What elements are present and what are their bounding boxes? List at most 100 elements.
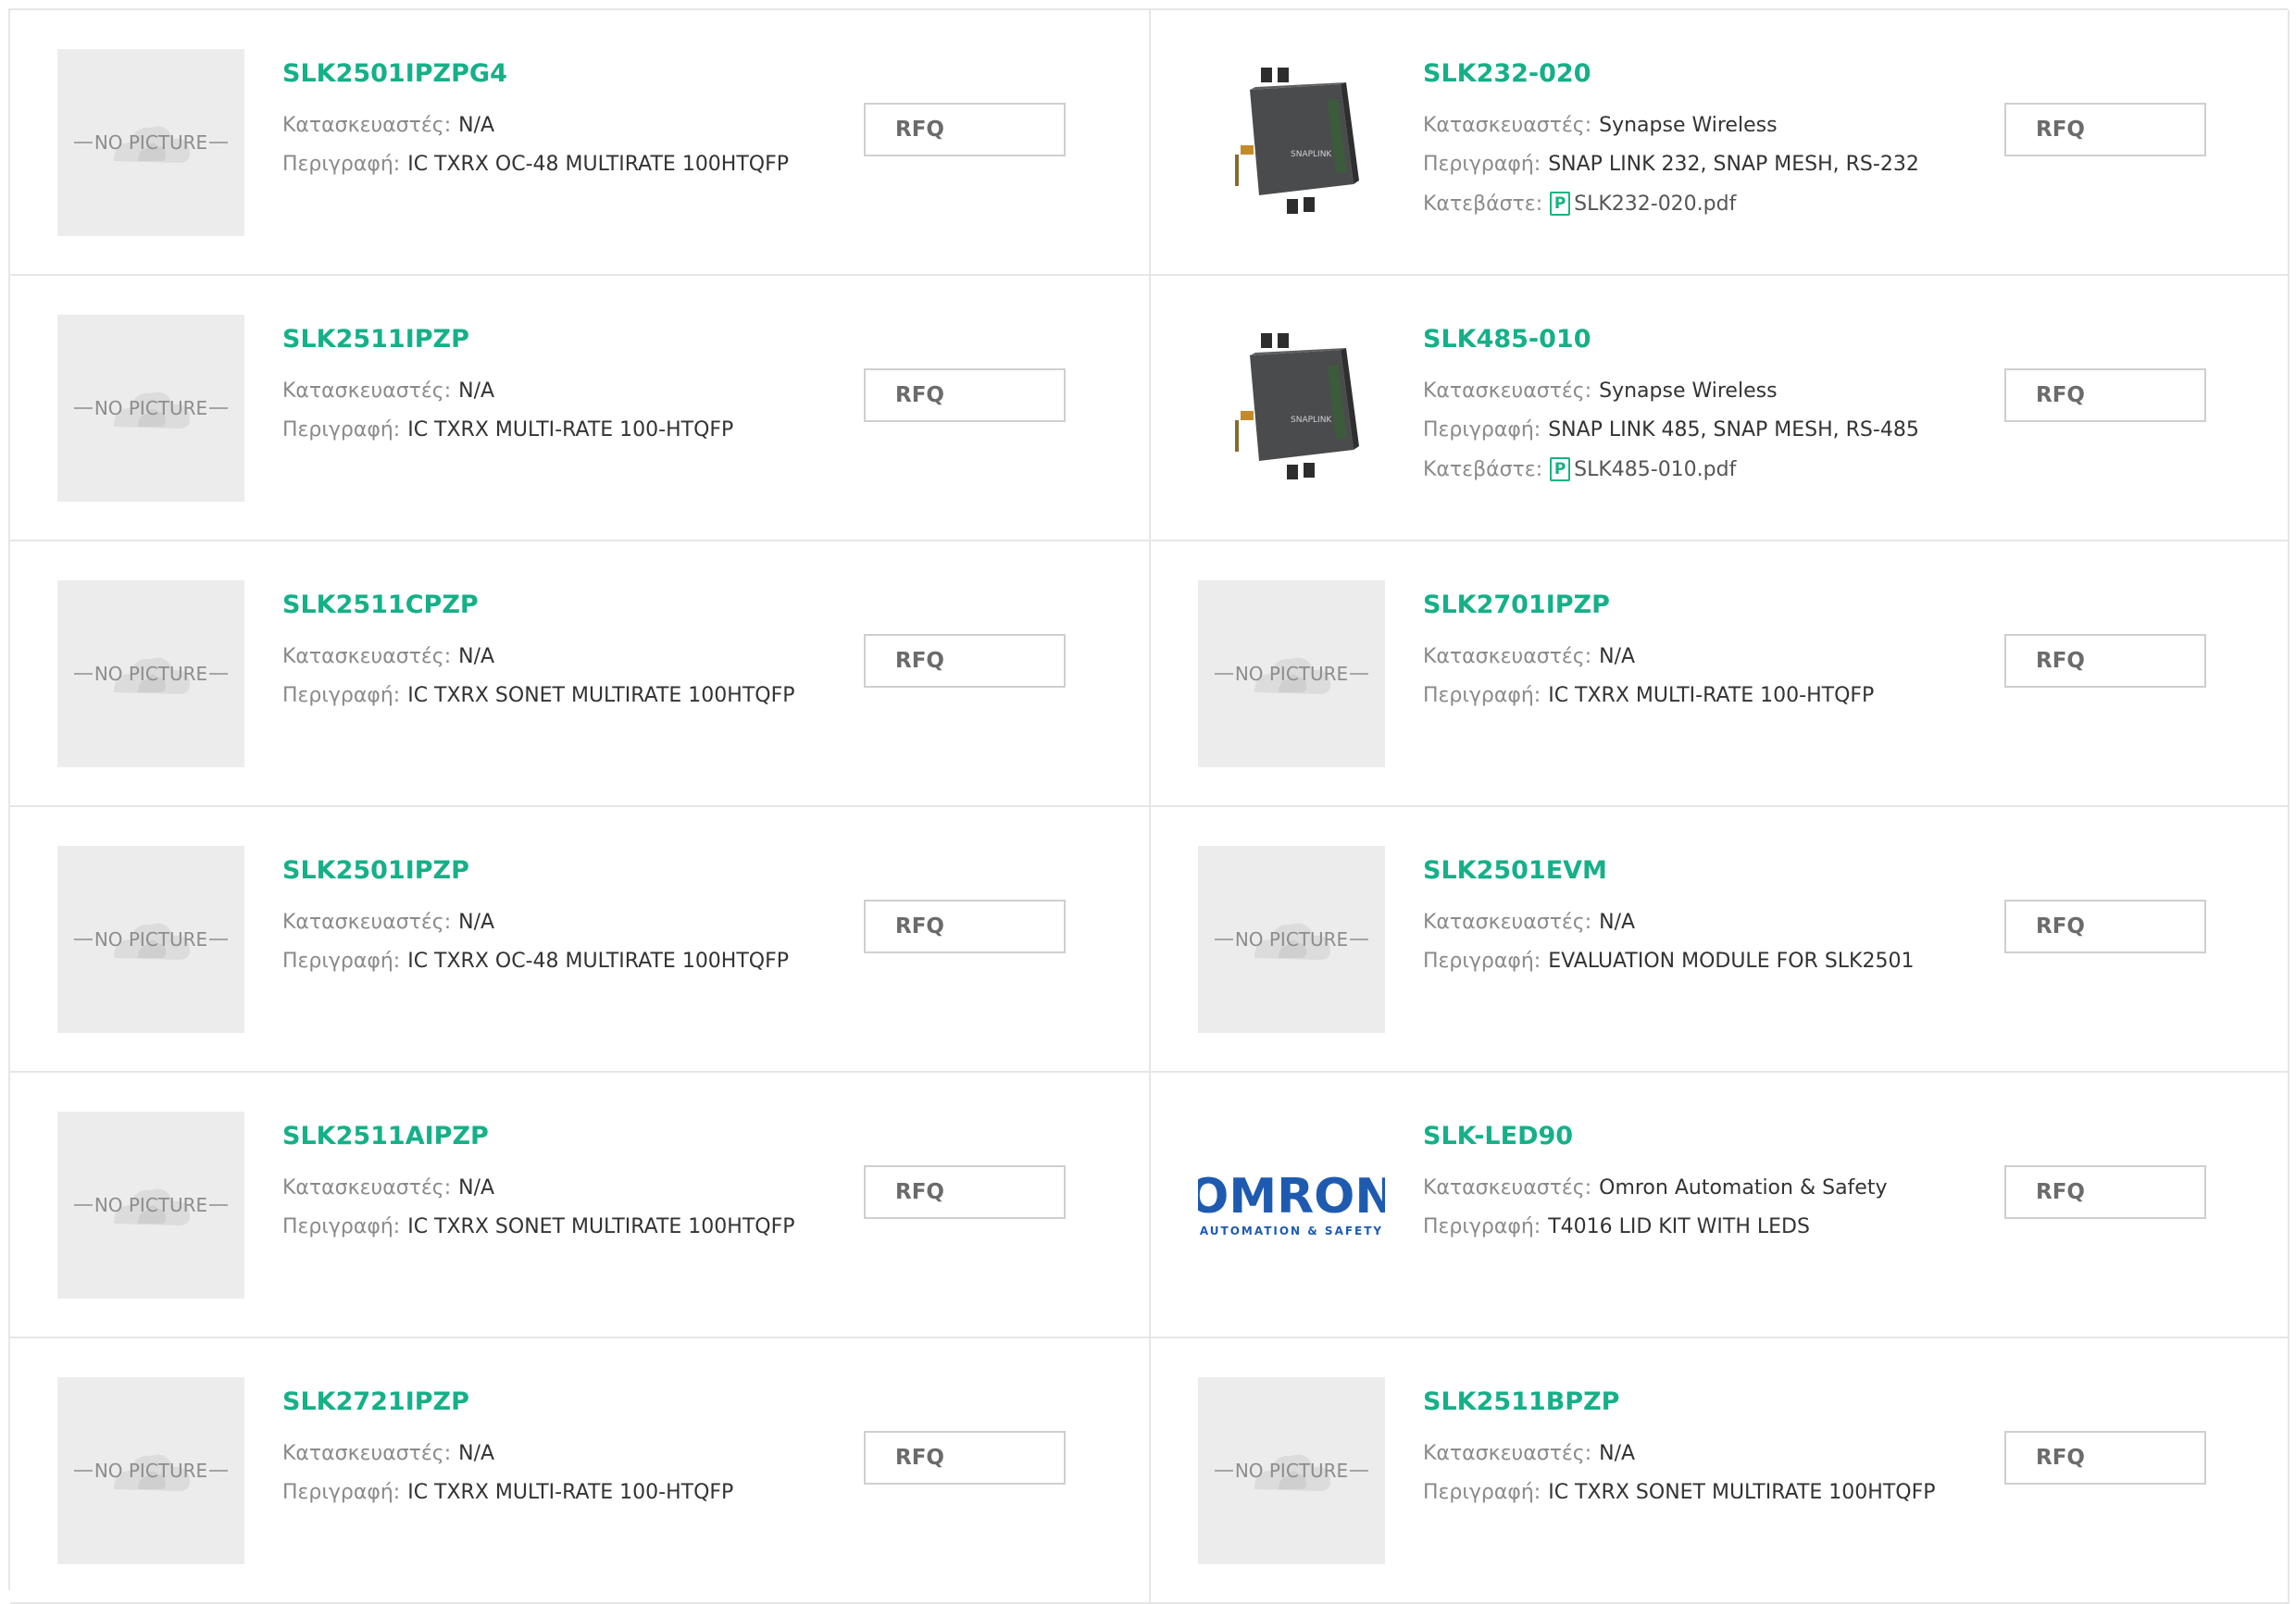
omron-logo: OMRON AUTOMATION & SAFETY [1198,1173,1385,1237]
description-label: Περιγραφή: [282,1481,401,1504]
product-image[interactable]: NO PICTURE [57,1377,244,1564]
manufacturer-row: Κατασκευαστές: N/A [282,1442,494,1465]
description-row: Περιγραφή: T4016 LID KIT WITH LEDS [1423,1215,1810,1238]
product-part-number-link[interactable]: SLK485-010 [1423,325,1591,354]
rfq-button[interactable]: RFQ [2004,368,2206,422]
manufacturer-label: Κατασκευαστές: [282,911,452,934]
no-picture-label: NO PICTURE [74,1194,228,1216]
description-value: SNAP LINK 485, SNAP MESH, RS-485 [1548,418,1919,441]
product-image[interactable]: NO PICTURE [57,846,244,1033]
description-value: SNAP LINK 232, SNAP MESH, RS-232 [1548,153,1919,176]
manufacturer-value: N/A [1599,911,1636,934]
product-part-number-link[interactable]: SLK2501IPZP [282,856,469,885]
no-picture-label: NO PICTURE [74,131,228,154]
description-value: IC TXRX SONET MULTIRATE 100HTQFP [407,684,795,707]
description-label: Περιγραφή: [282,153,401,176]
manufacturer-value: Omron Automation & Safety [1599,1176,1888,1200]
manufacturer-value: Synapse Wireless [1599,114,1778,137]
download-row: Κατεβάστε: P SLK232-020.pdf [1423,192,1736,216]
description-row: Περιγραφή: IC TXRX SONET MULTIRATE 100HT… [282,1215,795,1238]
product-part-number-link[interactable]: SLK2511IPZP [282,325,469,354]
product-image[interactable]: NO PICTURE [1198,846,1385,1033]
description-value: IC TXRX MULTI-RATE 100-HTQFP [407,1481,734,1504]
pdf-icon[interactable]: P [1550,192,1571,216]
rfq-button[interactable]: RFQ [2004,1165,2206,1219]
manufacturer-row: Κατασκευαστές: N/A [1423,1442,1635,1465]
product-part-number-link[interactable]: SLK2501EVM [1423,856,1607,885]
product-card-slk232-020: SNAPLINK SLK232-020 Κατασκευαστές: Synap… [1151,10,2290,276]
description-row: Περιγραφή: IC TXRX OC-48 MULTIRATE 100HT… [282,950,789,973]
product-card-slk2501ipzpg4: NO PICTURE SLK2501IPZPG4 Κατασκευαστές: … [10,10,1151,276]
product-card-slk2701ipzp: NO PICTURE SLK2701IPZP Κατασκευαστές: N/… [1151,541,2290,807]
rfq-button[interactable]: RFQ [864,900,1066,953]
datasheet-pdf-link[interactable]: SLK232-020.pdf [1574,193,1736,216]
manufacturer-label: Κατασκευαστές: [282,1176,452,1200]
product-part-number-link[interactable]: SLK2701IPZP [1423,591,1610,619]
product-card-slk2511bpzp: NO PICTURE SLK2511BPZP Κατασκευαστές: N/… [1151,1338,2290,1604]
product-image[interactable]: NO PICTURE [57,315,244,502]
product-part-number-link[interactable]: SLK2721IPZP [282,1387,469,1416]
device-photo-icon: SNAPLINK [1235,68,1359,214]
manufacturer-row: Κατασκευαστές: Omron Automation & Safety [1423,1176,1887,1200]
product-image[interactable]: NO PICTURE [57,580,244,767]
product-grid: NO PICTURE SLK2501IPZPG4 Κατασκευαστές: … [8,8,2290,1604]
description-row: Περιγραφή: IC TXRX OC-48 MULTIRATE 100HT… [282,153,789,176]
description-row: Περιγραφή: IC TXRX SONET MULTIRATE 100HT… [282,684,795,707]
manufacturer-label: Κατασκευαστές: [282,114,452,137]
manufacturer-row: Κατασκευαστές: N/A [1423,645,1635,668]
datasheet-pdf-link[interactable]: SLK485-010.pdf [1574,458,1736,481]
description-label: Περιγραφή: [1423,1215,1541,1238]
product-part-number-link[interactable]: SLK-LED90 [1423,1122,1573,1150]
rfq-button[interactable]: RFQ [2004,634,2206,688]
pdf-icon[interactable]: P [1550,457,1571,481]
product-card-slk2501evm: NO PICTURE SLK2501EVM Κατασκευαστές: N/A… [1151,807,2290,1073]
product-image[interactable]: NO PICTURE [57,1112,244,1299]
product-image[interactable]: SNAPLINK [1198,315,1385,502]
product-card-slk2511ipzp: NO PICTURE SLK2511IPZP Κατασκευαστές: N/… [10,276,1151,541]
product-card-slk2721ipzp: NO PICTURE SLK2721IPZP Κατασκευαστές: N/… [10,1338,1151,1604]
description-label: Περιγραφή: [1423,1481,1541,1504]
product-card-slk-led90: OMRON AUTOMATION & SAFETY SLK-LED90 Κατασ… [1151,1073,2290,1338]
rfq-button[interactable]: RFQ [864,103,1066,156]
product-part-number-link[interactable]: SLK2511BPZP [1423,1387,1619,1416]
manufacturer-label: Κατασκευαστές: [1423,379,1592,403]
manufacturer-label: Κατασκευαστές: [1423,645,1592,668]
rfq-button[interactable]: RFQ [864,1165,1066,1219]
product-image[interactable]: NO PICTURE [1198,580,1385,767]
product-part-number-link[interactable]: SLK232-020 [1423,59,1591,88]
manufacturer-label: Κατασκευαστές: [1423,911,1592,934]
omron-logo-text: OMRON [1198,1169,1385,1225]
description-value: IC TXRX SONET MULTIRATE 100HTQFP [1548,1481,1936,1504]
rfq-button[interactable]: RFQ [2004,103,2206,156]
description-row: Περιγραφή: IC TXRX SONET MULTIRATE 100HT… [1423,1481,1936,1504]
description-row: Περιγραφή: SNAP LINK 232, SNAP MESH, RS-… [1423,153,1919,176]
product-part-number-link[interactable]: SLK2501IPZPG4 [282,59,507,88]
manufacturer-value: N/A [458,911,495,934]
description-value: IC TXRX OC-48 MULTIRATE 100HTQFP [407,153,790,176]
product-image[interactable]: NO PICTURE [1198,1377,1385,1564]
device-label: SNAPLINK [1291,150,1332,159]
description-label: Περιγραφή: [1423,950,1541,973]
rfq-button[interactable]: RFQ [864,368,1066,422]
rfq-button[interactable]: RFQ [2004,1431,2206,1485]
description-value: EVALUATION MODULE FOR SLK2501 [1548,950,1915,973]
rfq-button[interactable]: RFQ [864,634,1066,688]
manufacturer-value: N/A [458,114,495,137]
rfq-button[interactable]: RFQ [864,1431,1066,1485]
no-picture-label: NO PICTURE [1215,663,1368,685]
download-label: Κατεβάστε: [1423,457,1543,481]
product-image[interactable]: OMRON AUTOMATION & SAFETY [1198,1112,1385,1299]
product-part-number-link[interactable]: SLK2511CPZP [282,591,479,619]
manufacturer-row: Κατασκευαστές: N/A [282,379,494,403]
manufacturer-row: Κατασκευαστές: N/A [282,645,494,668]
product-image[interactable]: NO PICTURE [57,49,244,236]
manufacturer-label: Κατασκευαστές: [1423,114,1592,137]
description-label: Περιγραφή: [282,1215,401,1238]
product-image[interactable]: SNAPLINK [1198,49,1385,236]
rfq-button[interactable]: RFQ [2004,900,2206,953]
manufacturer-label: Κατασκευαστές: [282,645,452,668]
product-part-number-link[interactable]: SLK2511AIPZP [282,1122,489,1150]
description-value: IC TXRX SONET MULTIRATE 100HTQFP [407,1215,795,1238]
device-photo-icon: SNAPLINK [1235,333,1359,479]
manufacturer-label: Κατασκευαστές: [1423,1176,1592,1200]
